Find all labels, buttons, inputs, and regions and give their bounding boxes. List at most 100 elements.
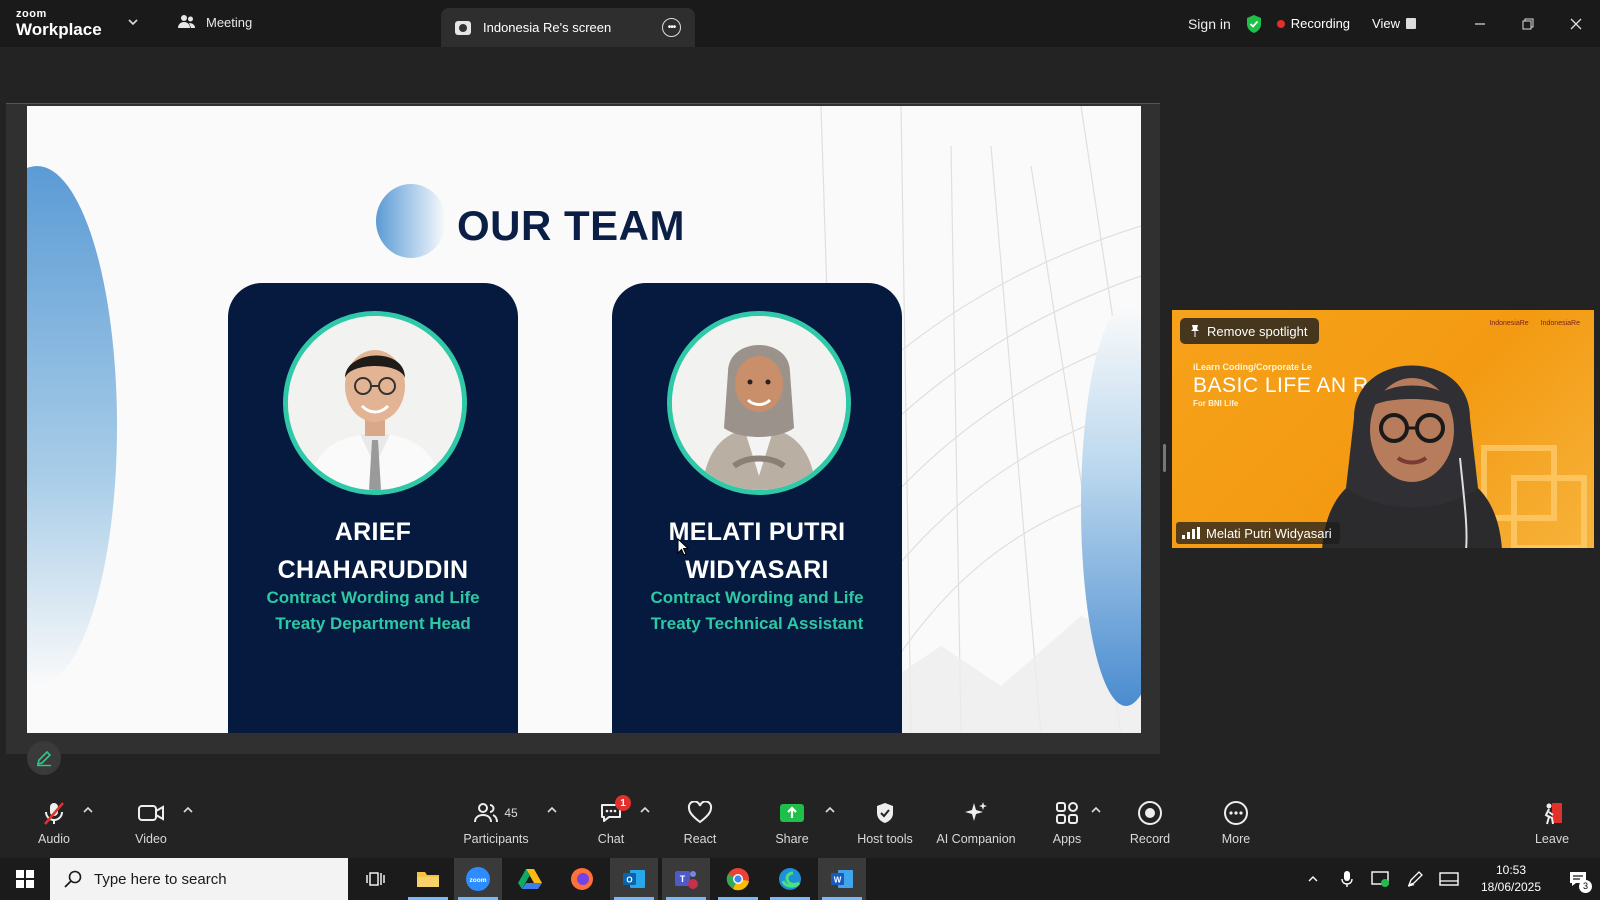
shared-screen-tab[interactable]: Indonesia Re's screen ••• (441, 8, 695, 47)
view-button[interactable]: View (1372, 16, 1416, 31)
view-layout-icon (1406, 18, 1416, 29)
chevron-down-icon[interactable] (126, 15, 140, 29)
chevron-up-icon[interactable] (82, 804, 94, 816)
member-name-line1: ARIEF (334, 518, 412, 546)
notification-center-button[interactable]: 3 (1556, 858, 1600, 900)
search-icon (64, 870, 82, 888)
annotate-button[interactable] (27, 741, 61, 775)
more-button[interactable]: More (1216, 790, 1256, 858)
record-icon-wrap (1137, 800, 1163, 826)
tray-display[interactable] (1432, 858, 1466, 900)
restore-button[interactable] (1504, 0, 1552, 47)
taskbar-google-drive[interactable] (506, 858, 554, 900)
member-role-line2: Treaty Technical Assistant (650, 614, 864, 633)
chevron-up-icon[interactable] (824, 804, 836, 816)
react-label: React (683, 832, 717, 846)
chevron-up-icon[interactable] (1090, 804, 1102, 816)
close-icon (1570, 18, 1582, 29)
system-tray: 10:53 18/06/2025 3 (1296, 858, 1600, 900)
react-button[interactable]: React (680, 790, 720, 858)
task-view-button[interactable] (352, 858, 400, 900)
close-button[interactable] (1552, 0, 1600, 47)
decor-title-orb (376, 184, 446, 258)
decor-arc-left (27, 166, 117, 686)
presentation-slide: OUR TEAM ARIEF CHAHARUDDIN Contract Word… (27, 106, 1141, 733)
leave-icon-wrap (1539, 800, 1565, 826)
chat-button[interactable]: 1 Chat (593, 790, 631, 858)
host-tools-button[interactable]: Host tools (852, 790, 918, 858)
chevron-up-icon[interactable] (182, 804, 194, 816)
show-hidden-icons-button[interactable] (1296, 858, 1330, 900)
tray-pen[interactable] (1398, 858, 1432, 900)
participants-button[interactable]: 45 Participants (460, 790, 532, 858)
taskbar-search-box[interactable]: Type here to search (50, 858, 348, 900)
taskbar-file-explorer[interactable] (404, 858, 452, 900)
apps-button[interactable]: Apps (1050, 790, 1084, 858)
minimize-icon (1475, 22, 1485, 25)
ai-companion-icon-wrap (963, 800, 989, 826)
leave-button[interactable]: Leave (1532, 790, 1572, 858)
video-camera-icon (138, 805, 164, 821)
share-button[interactable]: Share (772, 790, 812, 858)
taskbar-teams[interactable]: T (662, 858, 710, 900)
remove-spotlight-button[interactable]: Remove spotlight (1180, 318, 1320, 344)
taskbar-zoom[interactable]: zoom (454, 858, 502, 900)
share-icon-wrap (779, 800, 805, 826)
zoom-logo: zoom Workplace (16, 9, 102, 39)
security-shield-icon[interactable] (1245, 14, 1263, 34)
host-tools-icon-wrap (874, 800, 896, 826)
team-card-arief: ARIEF CHAHARUDDIN Contract Wording and L… (228, 283, 518, 733)
chevron-up-icon[interactable] (639, 804, 651, 816)
chat-label: Chat (597, 832, 625, 846)
panel-resize-handle[interactable] (1163, 444, 1166, 472)
clock-date: 18/06/2025 (1480, 880, 1542, 894)
meeting-tab-label: Meeting (206, 14, 253, 30)
taskbar-clock[interactable]: 10:53 18/06/2025 (1466, 862, 1556, 896)
participants-count: 45 (504, 806, 518, 820)
chevron-up-icon (1308, 876, 1318, 882)
taskbar-firefox[interactable] (558, 858, 606, 900)
svg-text:O: O (626, 876, 632, 885)
folder-icon (417, 872, 439, 887)
shield-icon (877, 803, 893, 823)
slide-title: OUR TEAM (457, 202, 685, 249)
taskbar-outlook[interactable]: O (610, 858, 658, 900)
minimize-button[interactable] (1456, 0, 1504, 47)
chevron-up-icon[interactable] (546, 804, 558, 816)
audio-button[interactable]: Audio (30, 790, 78, 858)
member-role: Contract Wording and Life Treaty Departm… (228, 585, 518, 637)
tray-screen-share[interactable] (1364, 858, 1398, 900)
microphone-icon (1341, 871, 1353, 887)
person-portrait-icon (288, 316, 462, 490)
mouse-cursor-icon (677, 538, 689, 556)
display-icon (1439, 872, 1459, 886)
participant-name-tag: Melati Putri Widyasari (1176, 522, 1340, 544)
member-name-line2: CHAHARUDDIN (277, 556, 469, 584)
microphone-muted-icon (44, 802, 64, 825)
clock-time: 10:53 (1495, 863, 1527, 877)
sparkle-icon (965, 802, 987, 821)
taskbar-word[interactable]: W (818, 858, 866, 900)
member-role-line1: Contract Wording and Life (650, 588, 864, 607)
member-name-line1: MELATI PUTRI (668, 518, 846, 546)
start-button[interactable] (0, 858, 50, 900)
recording-indicator[interactable]: Recording (1276, 16, 1350, 31)
record-button[interactable]: Record (1126, 790, 1174, 858)
participant-video-tile[interactable]: IndonesiaRe IndonesiaRe iLearn Coding/Co… (1172, 310, 1594, 548)
sign-in-button[interactable]: Sign in (1188, 16, 1231, 32)
chat-icon-wrap: 1 (599, 795, 631, 826)
svg-text:zoom: zoom (470, 877, 487, 884)
windows-logo-icon (16, 870, 34, 888)
video-label: Video (135, 832, 167, 846)
ai-companion-button[interactable]: AI Companion (932, 790, 1020, 858)
video-button[interactable]: Video (126, 790, 176, 858)
member-role-line2: Treaty Department Head (275, 614, 471, 633)
more-options-icon[interactable]: ••• (662, 18, 681, 37)
teams-icon: T (675, 871, 698, 889)
taskbar-edge[interactable] (766, 858, 814, 900)
firefox-icon (571, 868, 593, 890)
participant-person (1322, 365, 1502, 548)
tray-microphone[interactable] (1330, 858, 1364, 900)
taskbar-chrome[interactable] (714, 858, 762, 900)
meeting-tab[interactable]: Meeting (178, 14, 252, 30)
